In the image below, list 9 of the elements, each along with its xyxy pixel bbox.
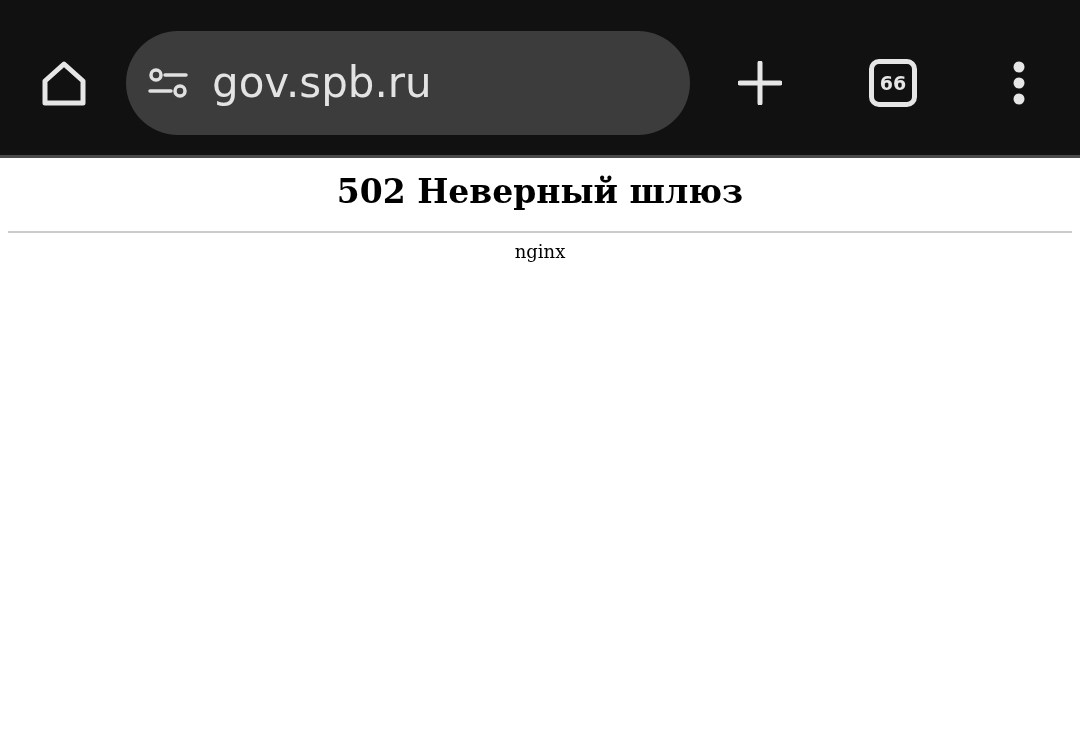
server-name: nginx bbox=[513, 241, 567, 262]
tab-switcher-button[interactable]: 66 bbox=[869, 58, 917, 107]
url-text: gov.spb.ru bbox=[212, 58, 432, 107]
error-heading: 502 Неверный шлюз bbox=[335, 172, 745, 211]
site-settings-icon[interactable] bbox=[148, 66, 188, 99]
menu-icon[interactable] bbox=[1012, 60, 1026, 105]
new-tab-icon[interactable] bbox=[738, 60, 782, 105]
home-icon[interactable] bbox=[40, 58, 88, 107]
address-bar[interactable]: gov.spb.ru bbox=[126, 30, 690, 135]
